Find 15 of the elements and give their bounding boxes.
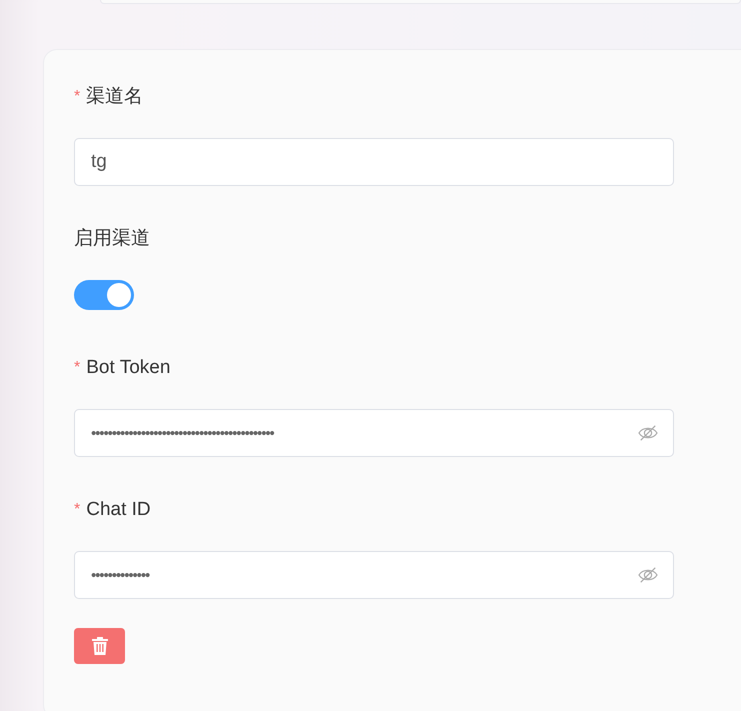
input-field[interactable]: tg (74, 138, 674, 186)
required-mark: * (74, 500, 80, 520)
field-label: 渠道名 (86, 85, 144, 109)
password-field[interactable]: •••••••••••••• (74, 551, 674, 599)
delete-button[interactable] (74, 628, 125, 664)
required-mark: * (74, 358, 80, 378)
toggle-switch[interactable] (74, 280, 134, 310)
required-mark: * (74, 87, 80, 107)
eye-slash-icon[interactable] (637, 566, 659, 584)
field-label: 启用渠道 (74, 227, 150, 251)
trash-icon (92, 637, 108, 655)
password-field[interactable]: •••••••••••••••••••••••••••••••••••••••••••• (74, 409, 674, 457)
field-label: Bot Token (86, 356, 170, 380)
eye-slash-icon[interactable] (637, 424, 659, 442)
field-label: Chat ID (86, 498, 151, 522)
